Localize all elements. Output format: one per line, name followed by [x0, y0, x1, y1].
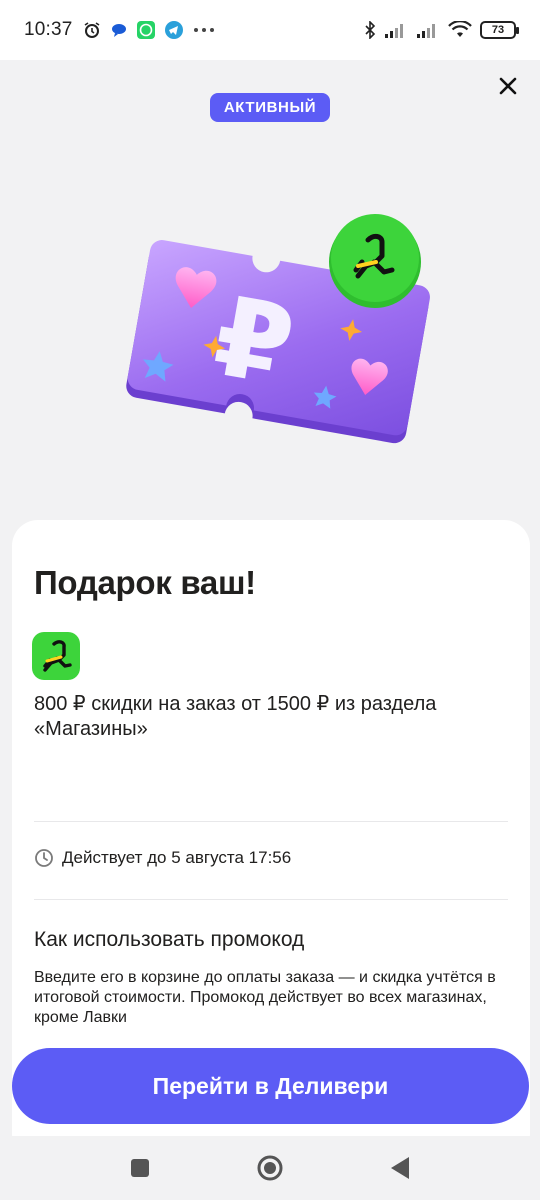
status-bar: 10:37 73 [0, 0, 540, 60]
signal-icon [416, 22, 440, 38]
back-button[interactable] [380, 1148, 420, 1188]
recent-apps-button[interactable] [120, 1148, 160, 1188]
bluetooth-icon [364, 21, 376, 39]
recent-apps-icon [131, 1159, 149, 1177]
status-badge: АКТИВНЫЙ [210, 93, 330, 122]
whatsapp-icon [136, 21, 155, 39]
back-icon [391, 1157, 409, 1179]
status-time: 10:37 [24, 19, 73, 40]
chat-icon [111, 22, 127, 38]
partner-logo-icon [329, 214, 421, 308]
wifi-icon [448, 21, 472, 39]
validity-text: Действует до 5 августа 17:56 [62, 848, 292, 867]
system-nav-bar [0, 1136, 540, 1200]
close-button[interactable] [490, 72, 526, 100]
coupon-illustration: ₽ [126, 214, 430, 444]
go-to-delivery-button[interactable]: Перейти в Деливери [12, 1048, 529, 1124]
partner-logo [32, 632, 80, 680]
offer-description: 800 ₽ скидки на заказ от 1500 ₽ из разде… [34, 693, 437, 740]
ostrich-icon [43, 640, 72, 672]
page-title: Подарок ваш! [34, 564, 256, 601]
howto-description: Введите его в корзине до оплаты заказа —… [34, 969, 496, 1026]
home-button[interactable] [250, 1148, 290, 1188]
telegram-icon [164, 21, 183, 39]
divider [34, 899, 508, 900]
more-dots-icon [193, 27, 215, 33]
howto-heading: Как использовать промокод [34, 928, 305, 951]
divider [34, 821, 508, 822]
alarm-icon [83, 21, 101, 39]
signal-icon [384, 22, 408, 38]
battery-icon: 73 [480, 21, 519, 39]
home-icon [257, 1155, 283, 1181]
validity-row: Действует до 5 августа 17:56 [34, 848, 291, 868]
clock-icon [35, 849, 53, 867]
close-icon [499, 77, 517, 95]
